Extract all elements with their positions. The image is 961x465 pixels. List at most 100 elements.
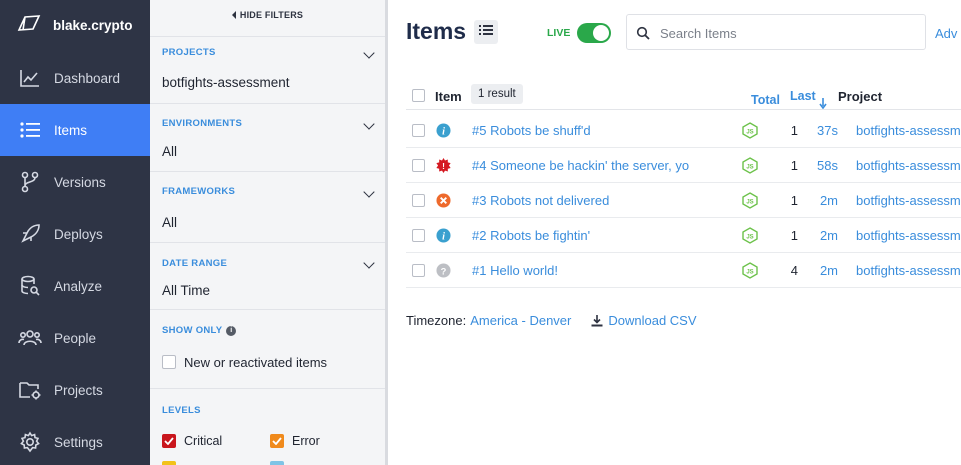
item-last-seen[interactable]: 2m <box>804 228 838 243</box>
filter-projects[interactable]: PROJECTS botfights-assessment <box>150 36 385 103</box>
filter-show-only: SHOW ONLY i New or reactivated items <box>150 309 385 388</box>
info-icon[interactable]: i <box>226 325 237 336</box>
hide-filters-button[interactable]: HIDE FILTERS <box>150 0 385 30</box>
nav-label: Dashboard <box>54 70 121 86</box>
table-row[interactable]: i #5 Robots be shuff'd JS 1 37s botfight… <box>406 113 961 148</box>
item-total: 1 <box>790 228 798 243</box>
nav-item-analyze[interactable]: Analyze <box>0 260 150 312</box>
column-project: Project <box>838 89 883 104</box>
timezone-label: Timezone: <box>406 313 467 328</box>
item-project-link[interactable]: botfights-assessment <box>856 123 961 138</box>
column-last[interactable]: Last <box>790 89 816 103</box>
list-view-button[interactable] <box>474 20 498 44</box>
table-row[interactable]: #3 Robots not delivered JS 1 2m botfight… <box>406 183 961 218</box>
database-search-icon <box>18 274 42 298</box>
app-root: blake.crypto Dashboard Items Versions De… <box>0 0 961 465</box>
level-critical-checkbox[interactable] <box>162 434 176 448</box>
chevron-down-icon[interactable] <box>363 47 375 59</box>
download-csv-link[interactable]: Download CSV <box>608 313 696 328</box>
row-checkbox[interactable] <box>412 194 425 207</box>
level-info-checkbox[interactable] <box>270 461 284 465</box>
search-box[interactable] <box>626 14 926 50</box>
filter-value: All Time <box>162 283 211 298</box>
timezone-link[interactable]: America - Denver <box>470 313 571 328</box>
level-warning-checkbox[interactable] <box>162 461 176 465</box>
item-project-link[interactable]: botfights-assessment <box>856 263 961 278</box>
list-icon <box>479 23 493 41</box>
level-error-checkbox[interactable] <box>270 434 284 448</box>
new-reactivated-label: New or reactivated items <box>184 355 328 370</box>
nav-item-people[interactable]: People <box>0 312 150 364</box>
filter-date-range[interactable]: DATE RANGE All Time <box>150 242 385 309</box>
brand[interactable]: blake.crypto <box>0 0 150 51</box>
item-last-seen[interactable]: 2m <box>804 263 838 278</box>
item-title-link[interactable]: #1 Hello world! <box>472 263 722 278</box>
row-checkbox[interactable] <box>412 159 425 172</box>
item-project-link[interactable]: botfights-assessment <box>856 193 961 208</box>
nav-label: Projects <box>54 382 103 398</box>
nav-label: Deploys <box>54 226 103 242</box>
chevron-down-icon[interactable] <box>363 257 375 269</box>
download-icon[interactable] <box>591 314 603 327</box>
chevron-down-icon[interactable] <box>363 186 375 198</box>
item-total: 1 <box>790 193 798 208</box>
item-last-seen[interactable]: 37s <box>804 123 838 138</box>
table-row[interactable]: ! #4 Someone be hackin' the server, yo J… <box>406 148 961 183</box>
row-checkbox[interactable] <box>412 124 425 137</box>
item-project-link[interactable]: botfights-assessment <box>856 158 961 173</box>
people-icon <box>18 326 42 350</box>
filter-frameworks[interactable]: FRAMEWORKS All <box>150 171 385 242</box>
cube-logo-icon <box>17 13 41 38</box>
nav-item-settings[interactable]: Settings <box>0 416 150 465</box>
list-icon <box>18 118 42 142</box>
info-level-icon: i <box>436 228 451 243</box>
table-footer: Timezone: America - Denver Download CSV <box>406 313 697 328</box>
page-title: Items <box>406 18 467 44</box>
nav-item-deploys[interactable]: Deploys <box>0 208 150 260</box>
filter-value: botfights-assessment <box>162 75 290 90</box>
nav-label: Versions <box>54 174 106 190</box>
critical-level-icon: ! <box>436 158 451 173</box>
error-level-icon <box>436 193 451 208</box>
item-title-link[interactable]: #4 Someone be hackin' the server, yo <box>472 158 722 173</box>
nav-item-dashboard[interactable]: Dashboard <box>0 52 150 104</box>
nav-item-projects[interactable]: Projects <box>0 364 150 416</box>
item-title-link[interactable]: #2 Robots be fightin' <box>472 228 722 243</box>
row-checkbox[interactable] <box>412 229 425 242</box>
advanced-search-link[interactable]: Adv <box>935 26 957 41</box>
column-total[interactable]: Total <box>751 93 780 107</box>
git-branch-icon <box>18 170 42 194</box>
nav-label: Analyze <box>54 278 103 294</box>
rocket-icon <box>18 222 42 246</box>
item-last-seen[interactable]: 58s <box>804 158 838 173</box>
sort-down-icon[interactable] <box>819 96 827 114</box>
filter-environments[interactable]: ENVIRONMENTS All <box>150 103 385 171</box>
filter-levels: LEVELS Critical Error <box>150 388 385 465</box>
search-icon <box>636 26 650 45</box>
live-toggle[interactable] <box>577 23 611 43</box>
table-row[interactable]: ? #1 Hello world! JS 4 2m botfights-asse… <box>406 253 961 288</box>
chart-line-icon <box>18 66 42 90</box>
table-row[interactable]: i #2 Robots be fightin' JS 1 2m botfight… <box>406 218 961 253</box>
filter-value: All <box>162 215 178 230</box>
item-total: 1 <box>790 158 798 173</box>
filters-panel: HIDE FILTERS PROJECTS botfights-assessme… <box>150 0 388 465</box>
item-title-link[interactable]: #3 Robots not delivered <box>472 193 722 208</box>
show-only-label: SHOW ONLY <box>162 325 223 336</box>
search-input[interactable] <box>660 24 910 42</box>
filter-title: ENVIRONMENTS <box>162 118 243 129</box>
hide-filters-label: HIDE FILTERS <box>239 10 304 20</box>
select-all-checkbox[interactable] <box>412 89 425 102</box>
nav-item-items[interactable]: Items <box>0 104 150 156</box>
nav-item-versions[interactable]: Versions <box>0 156 150 208</box>
svg-text:i: i <box>442 126 445 137</box>
chevron-down-icon[interactable] <box>363 118 375 130</box>
gear-icon <box>18 430 42 454</box>
toggle-knob <box>593 25 609 41</box>
item-title-link[interactable]: #5 Robots be shuff'd <box>472 123 722 138</box>
item-last-seen[interactable]: 2m <box>804 193 838 208</box>
filter-title: SHOW ONLY i <box>162 325 237 336</box>
item-project-link[interactable]: botfights-assessment <box>856 228 961 243</box>
row-checkbox[interactable] <box>412 264 425 277</box>
new-reactivated-checkbox[interactable] <box>162 355 176 369</box>
